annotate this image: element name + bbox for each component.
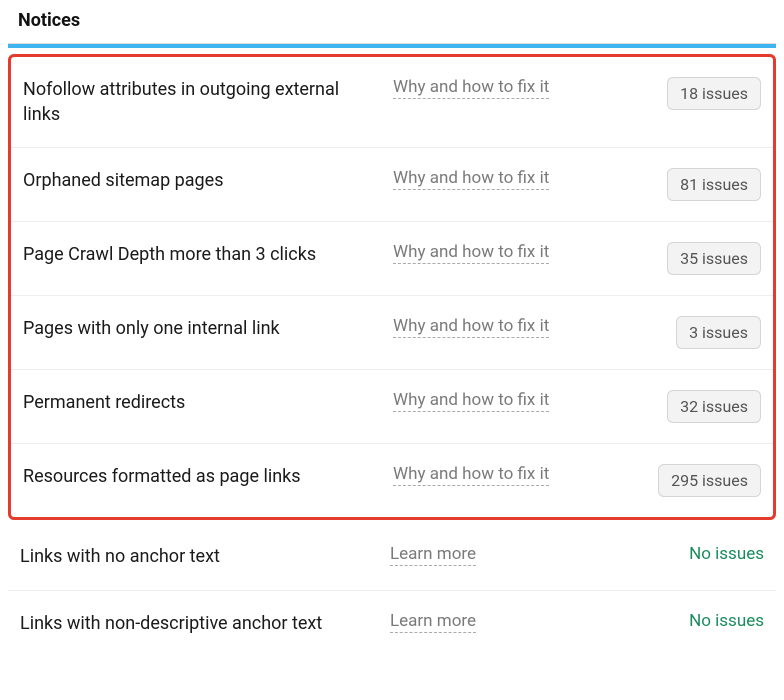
issue-row: Nofollow attributes in outgoing external… <box>11 57 773 148</box>
no-issues-list: Links with no anchor text Learn more No … <box>8 524 776 655</box>
help-link[interactable]: Why and how to fix it <box>393 168 613 188</box>
accent-bar <box>8 44 776 48</box>
issue-title[interactable]: Resources formatted as page links <box>23 464 393 489</box>
help-link[interactable]: Why and how to fix it <box>393 242 613 262</box>
help-link[interactable]: Why and how to fix it <box>393 316 613 336</box>
issue-title[interactable]: Links with no anchor text <box>20 544 390 569</box>
issue-count-badge[interactable]: 295 issues <box>658 464 761 497</box>
issue-row: Resources formatted as page links Why an… <box>11 444 773 517</box>
highlighted-issues-box: Nofollow attributes in outgoing external… <box>8 54 776 520</box>
issue-title[interactable]: Page Crawl Depth more than 3 clicks <box>23 242 393 267</box>
no-issues-label: No issues <box>689 611 764 631</box>
issue-row: Page Crawl Depth more than 3 clicks Why … <box>11 222 773 296</box>
issue-row: Links with non-descriptive anchor text L… <box>8 591 776 656</box>
issue-count-badge[interactable]: 3 issues <box>676 316 761 349</box>
issue-count-badge[interactable]: 35 issues <box>667 242 761 275</box>
issue-title[interactable]: Orphaned sitemap pages <box>23 168 393 193</box>
issue-row: Permanent redirects Why and how to fix i… <box>11 370 773 444</box>
issue-title[interactable]: Nofollow attributes in outgoing external… <box>23 77 393 127</box>
issue-row: Orphaned sitemap pages Why and how to fi… <box>11 148 773 222</box>
issue-title[interactable]: Permanent redirects <box>23 390 393 415</box>
no-issues-label: No issues <box>689 544 764 564</box>
help-link[interactable]: Why and how to fix it <box>393 390 613 410</box>
issue-row: Pages with only one internal link Why an… <box>11 296 773 370</box>
issue-title[interactable]: Pages with only one internal link <box>23 316 393 341</box>
help-link[interactable]: Why and how to fix it <box>393 464 613 484</box>
section-title: Notices <box>8 10 776 44</box>
issue-count-badge[interactable]: 32 issues <box>667 390 761 423</box>
issue-row: Links with no anchor text Learn more No … <box>8 524 776 590</box>
help-link[interactable]: Learn more <box>390 611 610 631</box>
help-link[interactable]: Learn more <box>390 544 610 564</box>
issue-count-badge[interactable]: 18 issues <box>667 77 761 110</box>
help-link[interactable]: Why and how to fix it <box>393 77 613 97</box>
issue-count-badge[interactable]: 81 issues <box>667 168 761 201</box>
issue-title[interactable]: Links with non-descriptive anchor text <box>20 611 390 636</box>
